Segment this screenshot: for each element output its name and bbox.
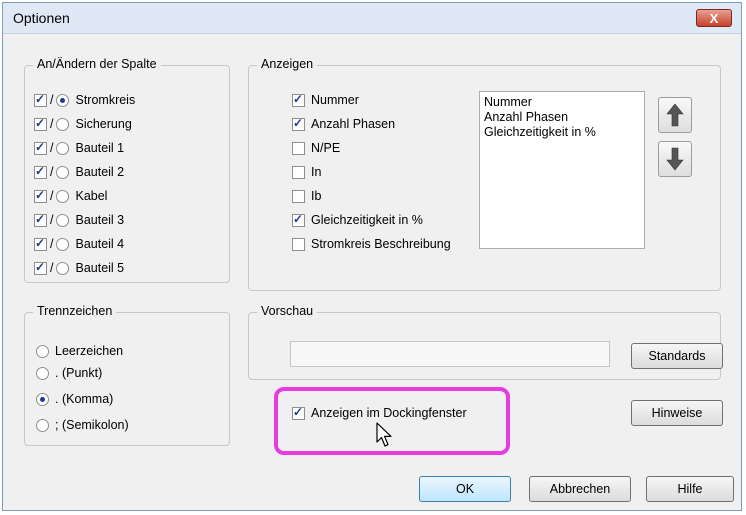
column-label: Stromkreis — [75, 93, 136, 107]
column-label: Bauteil 4 — [75, 237, 125, 251]
order-list-item[interactable]: Nummer — [484, 95, 640, 110]
column-row: / Bauteil 4 — [34, 235, 124, 253]
column-separator: / — [50, 213, 54, 227]
display-option-label: Nummer — [311, 93, 359, 107]
column-show-checkbox[interactable] — [34, 92, 47, 107]
column-show-checkbox[interactable] — [34, 212, 47, 227]
separator-radio[interactable] — [36, 392, 49, 406]
column-row: / Bauteil 1 — [34, 139, 124, 157]
column-select-radio[interactable] — [56, 189, 70, 203]
title-bar: Optionen X — [3, 3, 741, 34]
window-title: Optionen — [13, 10, 70, 26]
order-list-item[interactable]: Gleichzeitigkeit in % — [484, 125, 640, 140]
close-icon: X — [709, 11, 719, 26]
order-listbox[interactable]: Nummer Anzahl Phasen Gleichzeitigkeit in % — [479, 91, 645, 249]
column-row: / Bauteil 2 — [34, 163, 124, 181]
display-option-label: N/PE — [311, 141, 341, 155]
separator-group-legend: Trennzeichen — [33, 304, 117, 318]
column-row: / Bauteil 3 — [34, 211, 124, 229]
column-show-checkbox[interactable] — [34, 140, 47, 155]
column-show-checkbox[interactable] — [34, 188, 47, 203]
column-separator: / — [50, 189, 54, 203]
move-down-button[interactable] — [658, 141, 692, 177]
columns-group-legend: An/Ändern der Spalte — [33, 57, 161, 71]
column-label: Bauteil 5 — [75, 261, 125, 275]
display-option-label: In — [311, 165, 322, 179]
display-option-row[interactable]: Ib — [292, 187, 321, 205]
separator-label: Leerzeichen — [55, 344, 124, 358]
column-row: / Kabel — [34, 187, 107, 205]
column-label: Sicherung — [75, 117, 132, 131]
column-select-radio[interactable] — [56, 165, 70, 179]
column-row: / Sicherung — [34, 115, 132, 133]
arrow-up-icon — [666, 103, 684, 127]
column-show-checkbox[interactable] — [34, 164, 47, 179]
display-option-checkbox[interactable] — [292, 212, 305, 227]
cancel-button[interactable]: Abbrechen — [529, 476, 631, 502]
separator-label: ; (Semikolon) — [55, 418, 129, 432]
separator-option-row[interactable]: . (Punkt) — [36, 364, 102, 382]
display-option-row[interactable]: Nummer — [292, 91, 359, 109]
column-separator: / — [50, 165, 54, 179]
column-separator: / — [50, 117, 54, 131]
ok-button[interactable]: OK — [419, 476, 511, 502]
standards-button[interactable]: Standards — [631, 343, 723, 369]
display-option-checkbox[interactable] — [292, 116, 305, 131]
display-option-row[interactable]: N/PE — [292, 139, 340, 157]
separator-radio[interactable] — [36, 418, 49, 432]
preview-group-legend: Vorschau — [257, 304, 318, 318]
preview-field — [290, 341, 610, 367]
arrow-down-icon — [666, 147, 684, 171]
column-separator: / — [50, 141, 54, 155]
separator-label: . (Punkt) — [55, 366, 103, 380]
display-group-legend: Anzeigen — [257, 57, 318, 71]
column-label: Kabel — [75, 189, 108, 203]
display-option-checkbox[interactable] — [292, 165, 305, 179]
order-list-item[interactable]: Anzahl Phasen — [484, 110, 640, 125]
hints-button[interactable]: Hinweise — [631, 400, 723, 426]
column-show-checkbox[interactable] — [34, 260, 47, 275]
column-select-radio[interactable] — [56, 117, 70, 131]
display-option-label: Ib — [311, 189, 322, 203]
display-option-checkbox[interactable] — [292, 189, 305, 203]
display-option-row[interactable]: Gleichzeitigkeit in % — [292, 211, 423, 229]
display-option-checkbox[interactable] — [292, 92, 305, 107]
display-option-label: Gleichzeitigkeit in % — [311, 213, 423, 227]
column-select-radio[interactable] — [56, 261, 70, 275]
separator-radio[interactable] — [36, 366, 49, 380]
column-select-radio[interactable] — [56, 141, 70, 155]
separator-label: . (Komma) — [55, 392, 114, 406]
column-label: Bauteil 2 — [75, 165, 125, 179]
column-select-radio[interactable] — [56, 237, 70, 251]
column-label: Bauteil 1 — [75, 141, 125, 155]
mouse-cursor-icon — [376, 422, 392, 447]
separator-option-row[interactable]: Leerzeichen — [36, 342, 123, 360]
column-show-checkbox[interactable] — [34, 236, 47, 251]
display-option-label: Anzahl Phasen — [311, 117, 396, 131]
separator-radio[interactable] — [36, 344, 49, 358]
display-option-checkbox[interactable] — [292, 237, 305, 251]
column-row: / Stromkreis — [34, 91, 135, 109]
display-option-row[interactable]: Stromkreis Beschreibung — [292, 235, 451, 253]
display-option-row[interactable]: In — [292, 163, 321, 181]
column-label: Bauteil 3 — [75, 213, 125, 227]
display-option-label: Stromkreis Beschreibung — [311, 237, 451, 251]
column-separator: / — [50, 261, 54, 275]
column-show-checkbox[interactable] — [34, 116, 47, 131]
column-select-radio[interactable] — [56, 213, 70, 227]
column-select-radio[interactable] — [56, 93, 70, 107]
separator-option-row[interactable]: ; (Semikolon) — [36, 416, 129, 434]
move-up-button[interactable] — [658, 97, 692, 133]
close-button[interactable]: X — [696, 9, 732, 27]
help-button[interactable]: Hilfe — [646, 476, 734, 502]
separator-option-row[interactable]: . (Komma) — [36, 390, 113, 408]
display-option-row[interactable]: Anzahl Phasen — [292, 115, 395, 133]
display-option-checkbox[interactable] — [292, 141, 305, 155]
column-separator: / — [50, 93, 54, 107]
column-separator: / — [50, 237, 54, 251]
column-row: / Bauteil 5 — [34, 259, 124, 277]
